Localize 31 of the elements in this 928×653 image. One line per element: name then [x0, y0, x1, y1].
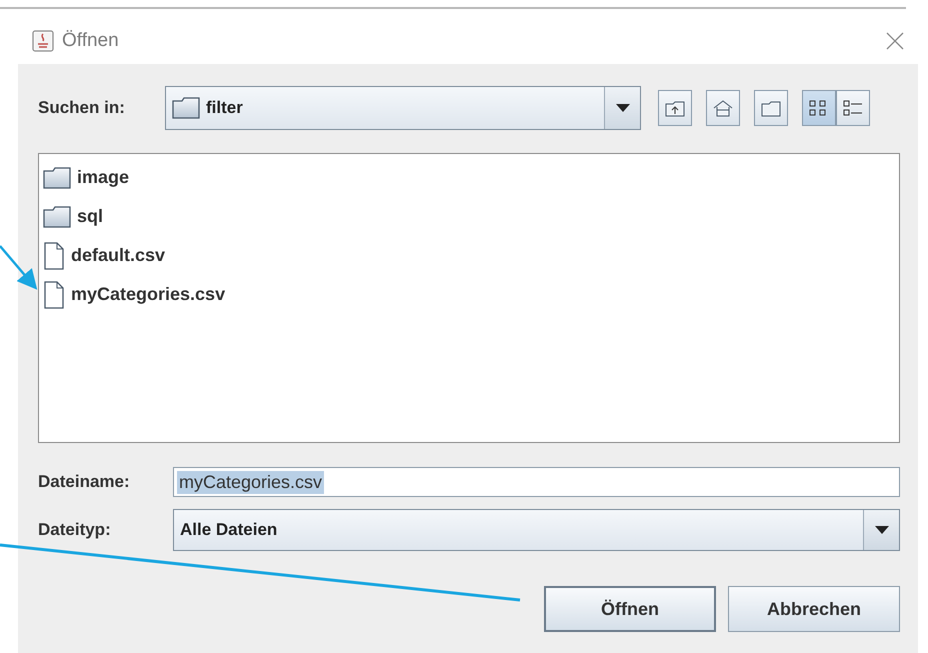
- app-icon: [32, 30, 54, 52]
- file-icon: [43, 242, 65, 270]
- file-type-label: Dateityp:: [38, 520, 112, 540]
- details-view-button[interactable]: [836, 90, 870, 126]
- caret-icon: [874, 526, 888, 534]
- file-list-item[interactable]: sql: [41, 199, 897, 234]
- file-list-item[interactable]: default.csv: [41, 238, 897, 273]
- cancel-button[interactable]: Abbrechen: [728, 586, 900, 632]
- list-view-button[interactable]: [802, 90, 836, 126]
- look-in-label: Suchen in:: [38, 98, 126, 118]
- file-list-item[interactable]: myCategories.csv: [41, 277, 897, 312]
- annotation-arrow: [0, 245, 38, 290]
- folder-up-button[interactable]: [658, 90, 692, 126]
- file-type-dropdown[interactable]: Alle Dateien: [173, 509, 900, 551]
- file-name-label: Dateiname:: [38, 472, 131, 492]
- home-icon: [712, 98, 734, 118]
- folder-icon: [172, 97, 200, 119]
- folder-icon: [43, 206, 71, 228]
- file-name-field[interactable]: myCategories.csv: [173, 467, 900, 497]
- folder-name: filter: [206, 98, 243, 118]
- folder-button[interactable]: [754, 90, 788, 126]
- folder-icon: [43, 166, 71, 188]
- open-button[interactable]: Öffnen: [544, 586, 716, 632]
- file-list-item[interactable]: image: [41, 160, 897, 195]
- close-icon[interactable]: [886, 32, 904, 50]
- file-icon: [43, 280, 65, 308]
- caret-icon: [616, 104, 630, 112]
- look-in-dropdown[interactable]: filter: [165, 86, 641, 130]
- window-title: Öffnen: [62, 30, 120, 52]
- details-view-icon: [842, 98, 864, 118]
- home-button[interactable]: [706, 90, 740, 126]
